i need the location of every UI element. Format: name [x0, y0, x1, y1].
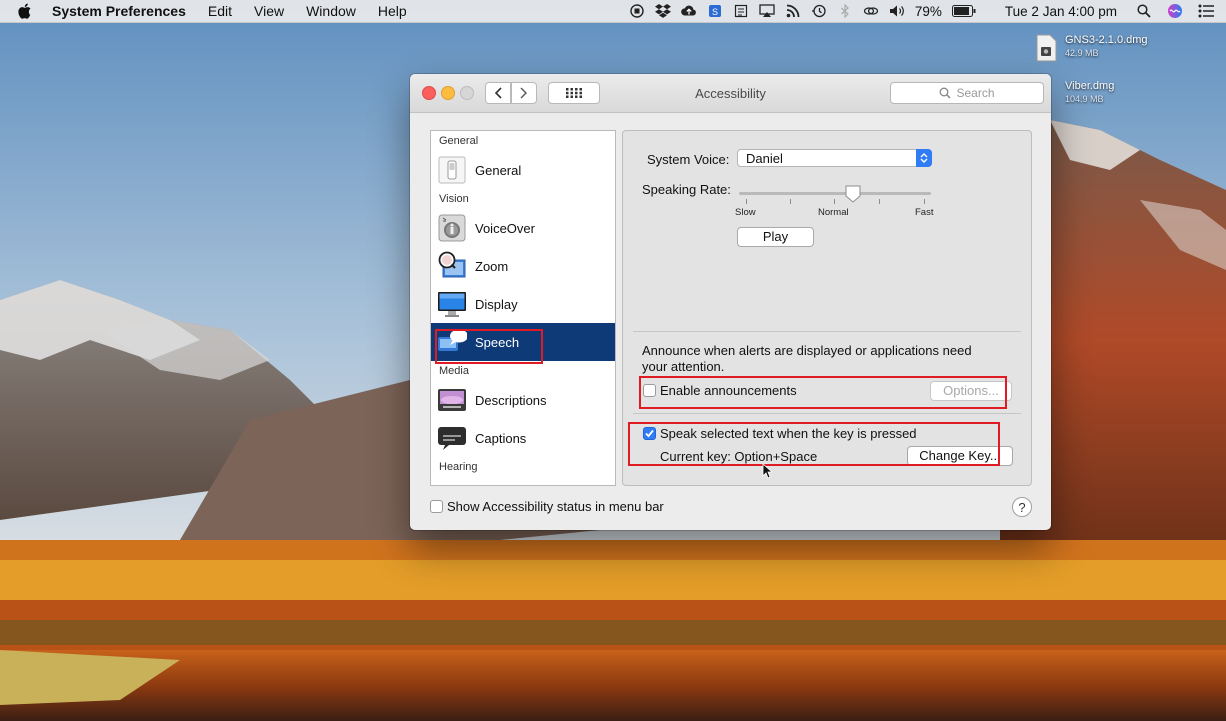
window-titlebar: Accessibility Search	[410, 74, 1051, 113]
sidebar-item-label: Speech	[475, 335, 519, 350]
desktop-file-name: Viber.dmg	[1065, 80, 1114, 93]
battery-percent[interactable]: 79%	[915, 4, 942, 19]
separator	[633, 413, 1021, 414]
menu-edit[interactable]: Edit	[197, 0, 243, 22]
rate-fast-label: Fast	[915, 207, 933, 218]
monitor-icon	[437, 289, 467, 319]
desktop-file-name: GNS3-2.1.0.dmg	[1065, 34, 1148, 47]
speech-bubble-icon	[437, 327, 467, 357]
search-input[interactable]: Search	[890, 82, 1044, 104]
volume-icon[interactable]	[889, 3, 905, 19]
search-placeholder: Search	[956, 86, 994, 100]
accessibility-window: Accessibility Search General General Vis…	[410, 74, 1051, 530]
sidebar-item-zoom[interactable]: Zoom	[431, 247, 615, 285]
speech-panel: System Voice: Daniel Speaking Rate: Slow…	[622, 130, 1032, 486]
sidebar-item-display[interactable]: Display	[431, 285, 615, 323]
sidebar-item-voiceover[interactable]: VoiceOver	[431, 209, 615, 247]
sidebar-item-speech[interactable]: Speech	[431, 323, 615, 361]
notes-icon[interactable]	[733, 3, 749, 19]
app-badge-icon[interactable]: S	[707, 3, 723, 19]
desktop-file-gns3[interactable]: GNS3-2.1.0.dmg 42.9 MB	[1035, 34, 1148, 62]
show-status-checkbox[interactable]	[430, 500, 443, 513]
system-voice-select[interactable]: Daniel	[737, 149, 932, 167]
menu-bar: System Preferences Edit View Window Help…	[0, 0, 1226, 23]
sidebar-item-label: Descriptions	[475, 393, 547, 408]
updown-arrows-icon	[916, 149, 932, 167]
speak-selected-label[interactable]: Speak selected text when the key is pres…	[660, 426, 917, 441]
time-machine-icon[interactable]	[811, 3, 827, 19]
descriptions-icon	[437, 385, 467, 415]
notification-center-icon[interactable]	[1198, 3, 1214, 19]
record-icon[interactable]	[629, 3, 645, 19]
slider-tick	[746, 199, 747, 204]
enable-announcements-label[interactable]: Enable announcements	[660, 383, 797, 398]
slider-tick	[790, 199, 791, 204]
system-voice-value: Daniel	[746, 151, 783, 166]
spotlight-search-icon[interactable]	[1136, 3, 1152, 19]
dropbox-icon[interactable]	[655, 3, 671, 19]
sidebar-item-captions[interactable]: Captions	[431, 419, 615, 457]
category-list[interactable]: General General Vision VoiceOver Zoom Di…	[430, 130, 616, 486]
search-icon	[939, 87, 951, 99]
slider-thumb[interactable]	[845, 185, 861, 203]
options-button[interactable]: Options...	[930, 381, 1012, 401]
menu-app-name[interactable]: System Preferences	[50, 3, 197, 19]
desktop-file-size: 104.9 MB	[1065, 93, 1114, 105]
speak-selected-checkbox[interactable]	[643, 427, 656, 440]
menu-view[interactable]: View	[243, 0, 295, 22]
captions-icon	[437, 423, 467, 453]
slider-tick	[834, 199, 835, 204]
section-media: Media	[431, 361, 615, 381]
zoom-magnifier-icon	[437, 251, 467, 281]
desktop-file-size: 42.9 MB	[1065, 47, 1148, 59]
menu-help[interactable]: Help	[367, 0, 418, 22]
announce-description: Announce when alerts are displayed or ap…	[642, 343, 992, 375]
section-general: General	[431, 131, 615, 151]
checkmark-icon	[645, 429, 654, 438]
play-button[interactable]: Play	[737, 227, 814, 247]
enable-announcements-checkbox[interactable]	[643, 384, 656, 397]
sidebar-item-label: Zoom	[475, 259, 508, 274]
slider-tick	[924, 199, 925, 204]
speaking-rate-slider[interactable]	[739, 192, 931, 195]
rate-normal-label: Normal	[818, 207, 849, 218]
sidebar-item-label: Display	[475, 297, 518, 312]
svg-text:S: S	[712, 7, 718, 17]
cloud-upload-icon[interactable]	[681, 3, 697, 19]
speaking-rate-label: Speaking Rate:	[642, 182, 731, 197]
sidebar-item-label: Captions	[475, 431, 526, 446]
link-icon[interactable]	[863, 3, 879, 19]
sidebar-item-general[interactable]: General	[431, 151, 615, 189]
disk-image-icon	[1035, 34, 1057, 62]
slider-tick	[879, 199, 880, 204]
sidebar-item-label: General	[475, 163, 521, 178]
bluetooth-icon[interactable]	[837, 3, 853, 19]
sidebar-item-label: VoiceOver	[475, 221, 535, 236]
current-key-text: Current key: Option+Space	[660, 449, 817, 464]
voiceover-icon	[437, 213, 467, 243]
show-status-label[interactable]: Show Accessibility status in menu bar	[447, 499, 664, 514]
section-hearing: Hearing	[431, 457, 615, 477]
help-button[interactable]: ?	[1012, 497, 1032, 517]
change-key-button[interactable]: Change Key...	[907, 446, 1013, 466]
apple-menu-icon[interactable]	[18, 3, 38, 19]
clock[interactable]: Tue 2 Jan 4:00 pm	[1005, 4, 1117, 19]
section-vision: Vision	[431, 189, 615, 209]
airplay-icon[interactable]	[759, 3, 775, 19]
rss-icon[interactable]	[785, 3, 801, 19]
mouse-cursor-icon	[762, 463, 772, 479]
menu-window[interactable]: Window	[295, 0, 367, 22]
battery-icon[interactable]	[952, 3, 976, 19]
separator	[633, 331, 1021, 332]
siri-icon[interactable]	[1167, 3, 1183, 19]
sidebar-item-descriptions[interactable]: Descriptions	[431, 381, 615, 419]
switch-icon	[437, 155, 467, 185]
rate-slow-label: Slow	[735, 207, 756, 218]
system-voice-label: System Voice:	[647, 152, 729, 167]
